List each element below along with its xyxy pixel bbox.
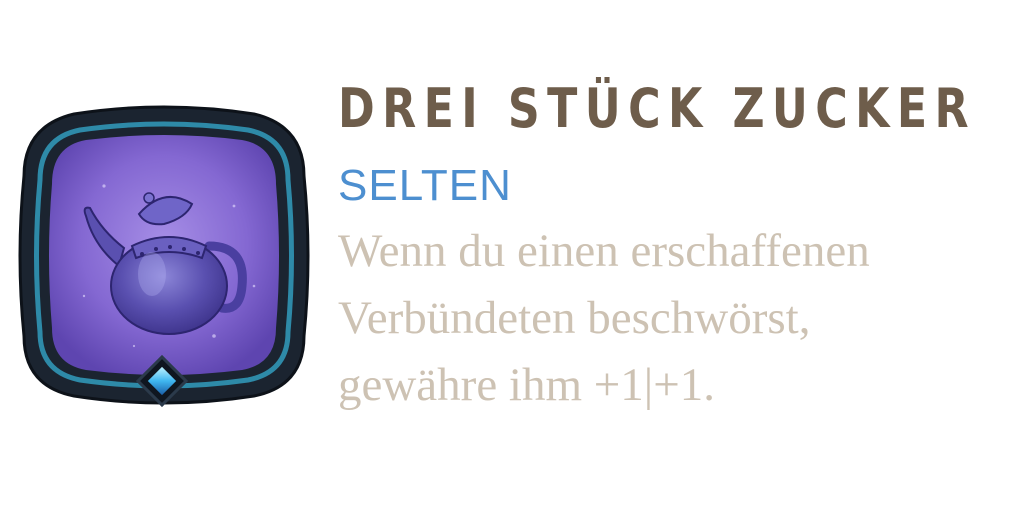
description-line: Verbündeten beschwörst, bbox=[338, 292, 811, 344]
card-title: DREI STÜCK ZUCKER bbox=[338, 77, 976, 140]
card-description: Wenn du einen erschaffenen Verbündeten b… bbox=[338, 218, 1018, 419]
card-text: DREI STÜCK ZUCKER SELTEN Wenn du einen e… bbox=[338, 70, 1018, 419]
description-line: gewähre ihm +1|+1. bbox=[338, 359, 715, 411]
relic-artwork bbox=[18, 105, 310, 408]
card-rarity: SELTEN bbox=[338, 161, 512, 210]
relic-icon-frame bbox=[14, 96, 314, 414]
description-line: Wenn du einen erschaffenen bbox=[338, 225, 870, 277]
relic-card: DREI STÜCK ZUCKER SELTEN Wenn du einen e… bbox=[0, 0, 1024, 512]
